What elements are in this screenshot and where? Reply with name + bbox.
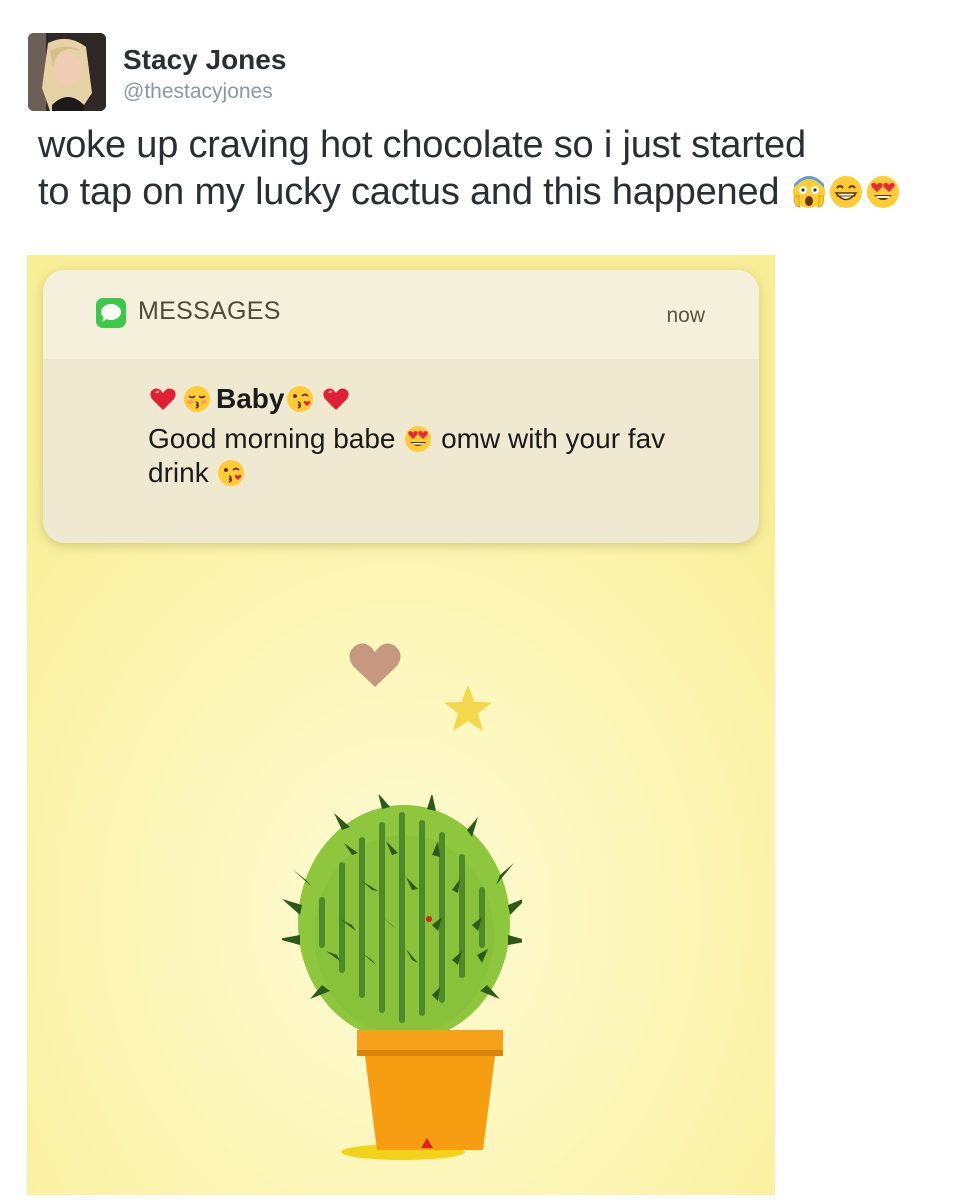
notification-app-name: MESSAGES [138, 297, 281, 325]
notification-message-part1: Good morning babe [148, 423, 396, 454]
messages-app-icon [96, 298, 126, 328]
notification-header: MESSAGES now [43, 270, 759, 359]
tweet-text: woke up craving hot chocolate so i just … [38, 122, 963, 216]
author-name[interactable]: Stacy Jones [123, 44, 286, 76]
tweet-photo[interactable]: MESSAGES now Baby Good morning babe omw … [27, 255, 775, 1195]
grin-icon [829, 176, 862, 208]
scream-icon [792, 176, 825, 208]
kiss-wink-icon [287, 386, 314, 412]
notification-sender: Baby [148, 381, 351, 417]
speech-bubble-icon [101, 304, 121, 322]
heart-eyes-icon [866, 176, 899, 208]
avatar[interactable] [28, 33, 106, 111]
kiss-wink-icon [218, 460, 245, 486]
tweet-text-line1: woke up craving hot chocolate so i just … [38, 124, 806, 166]
avatar-photo [28, 33, 106, 111]
notification-message: Good morning babe omw with your fav drin… [148, 422, 708, 490]
cactus-icon[interactable] [282, 795, 522, 1175]
red-heart-icon [150, 388, 176, 410]
red-heart-icon [323, 388, 350, 410]
message-notification[interactable]: MESSAGES now Baby Good morning babe omw … [43, 270, 759, 543]
author-handle[interactable]: @thestacyjones [123, 80, 273, 104]
notification-sender-name: Baby [216, 383, 285, 414]
notification-time: now [666, 304, 705, 327]
heart-eyes-icon [405, 426, 432, 452]
tweet-text-line2: to tap on my lucky cactus and this happe… [38, 171, 780, 213]
kissing-icon [184, 386, 210, 412]
